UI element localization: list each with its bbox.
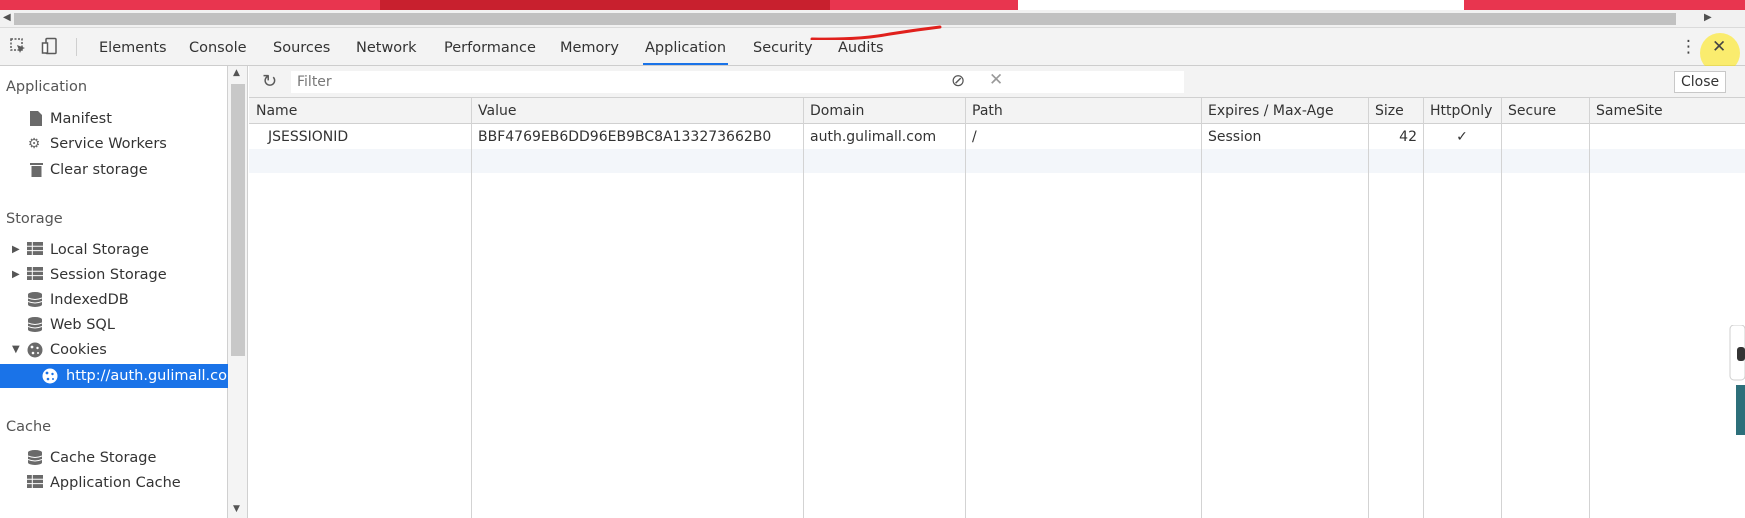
column-header-samesite[interactable]: SameSite bbox=[1589, 98, 1663, 124]
column-divider[interactable] bbox=[471, 98, 472, 518]
sidebar-item-label: http://auth.gulimall.com bbox=[66, 368, 242, 384]
table-row[interactable]: JSESSIONID BBF4769EB6DD96EB9BC8A13327366… bbox=[249, 125, 1745, 149]
database-icon bbox=[27, 450, 43, 466]
column-divider[interactable] bbox=[1501, 98, 1502, 518]
cell-name: JSESSIONID bbox=[268, 129, 349, 145]
cell-path: / bbox=[972, 129, 977, 145]
toolbar-separator bbox=[76, 38, 77, 56]
sidebar-item-cookie-origin[interactable]: http://auth.gulimall.com bbox=[0, 364, 241, 388]
collapse-arrow-icon[interactable]: ▼ bbox=[12, 338, 20, 362]
clear-all-icon[interactable]: ⊘ bbox=[951, 71, 965, 91]
grid-icon bbox=[27, 267, 43, 283]
scroll-right-arrow-icon[interactable]: ▶ bbox=[1704, 12, 1712, 23]
column-divider[interactable] bbox=[803, 98, 804, 518]
cell-samesite bbox=[1589, 125, 1596, 149]
device-toggle-icon[interactable] bbox=[40, 37, 60, 57]
sidebar-item-label: IndexedDB bbox=[50, 292, 129, 308]
cookies-filter-bar: ↻ ⊘ ✕ Close bbox=[249, 66, 1745, 98]
column-divider[interactable] bbox=[1423, 98, 1424, 518]
sidebar-item-web-sql[interactable]: Web SQL bbox=[0, 313, 228, 337]
sidebar-item-label: Web SQL bbox=[50, 317, 115, 333]
sidebar-item-label: Service Workers bbox=[50, 136, 167, 152]
scrollbar-thumb[interactable] bbox=[231, 84, 245, 356]
sidebar-item-clear-storage[interactable]: Clear storage bbox=[0, 158, 228, 182]
cell-domain: auth.gulimall.com bbox=[810, 129, 937, 145]
sidebar-item-label: Local Storage bbox=[50, 242, 149, 258]
database-icon bbox=[27, 292, 43, 308]
sidebar-item-label: Manifest bbox=[50, 111, 112, 127]
inspect-element-icon[interactable] bbox=[8, 37, 28, 57]
column-header-size[interactable]: Size bbox=[1368, 98, 1404, 124]
scroll-up-arrow-icon[interactable]: ▲ bbox=[233, 68, 240, 78]
close-tooltip: Close bbox=[1674, 71, 1727, 93]
expand-arrow-icon[interactable]: ▶ bbox=[12, 238, 20, 262]
cookie-icon bbox=[27, 342, 43, 358]
sidebar-item-label: Cache Storage bbox=[50, 450, 157, 466]
scroll-down-arrow-icon[interactable]: ▼ bbox=[233, 504, 240, 514]
sidebar-section-cache: Cache bbox=[6, 419, 52, 435]
sidebar-item-session-storage[interactable]: ▶ Session Storage bbox=[0, 263, 228, 287]
sidebar-section-application: Application bbox=[6, 79, 88, 95]
grid-icon bbox=[27, 242, 43, 258]
sidebar-item-application-cache[interactable]: Application Cache bbox=[0, 471, 228, 495]
sidebar-item-indexeddb[interactable]: IndexedDB bbox=[0, 288, 228, 312]
sidebar-scrollbar[interactable]: ▲ ▼ bbox=[228, 66, 248, 518]
cell-httponly: ✓ bbox=[1456, 129, 1468, 145]
cookie-icon bbox=[42, 368, 58, 384]
column-divider[interactable] bbox=[1201, 98, 1202, 518]
cell-value: BBF4769EB6DD96EB9BC8A133273662B0 bbox=[478, 129, 772, 145]
sidebar-item-label: Session Storage bbox=[50, 267, 167, 283]
edge-scroll-widget[interactable] bbox=[1727, 325, 1745, 435]
refresh-icon[interactable]: ↻ bbox=[262, 71, 277, 92]
database-icon bbox=[27, 317, 43, 333]
table-empty-row bbox=[249, 149, 1745, 173]
more-options-icon[interactable]: ⋮ bbox=[1680, 37, 1697, 57]
sidebar-item-manifest[interactable]: Manifest bbox=[0, 107, 228, 131]
red-underline-annotation bbox=[810, 25, 942, 40]
column-divider[interactable] bbox=[1589, 98, 1590, 518]
application-sidebar: Application Manifest ⚙ Service Workers C… bbox=[0, 66, 241, 518]
grid-icon bbox=[27, 475, 43, 491]
sidebar-item-label: Application Cache bbox=[50, 475, 181, 491]
column-header-expires[interactable]: Expires / Max-Age bbox=[1201, 98, 1334, 124]
delete-selected-icon[interactable]: ✕ bbox=[989, 70, 1003, 90]
sidebar-section-storage: Storage bbox=[6, 211, 63, 227]
gear-icon: ⚙ bbox=[27, 136, 41, 152]
column-header-domain[interactable]: Domain bbox=[803, 98, 864, 124]
cell-size: 42 bbox=[1399, 129, 1417, 145]
column-header-path[interactable]: Path bbox=[965, 98, 1003, 124]
column-divider[interactable] bbox=[965, 98, 966, 518]
column-divider[interactable] bbox=[1368, 98, 1369, 518]
sidebar-item-label: Cookies bbox=[50, 342, 107, 358]
sidebar-item-cookies[interactable]: ▼ Cookies bbox=[0, 338, 228, 362]
cell-secure bbox=[1501, 125, 1508, 149]
cookies-table: Name Value Domain Path Expires / Max-Age… bbox=[249, 98, 1745, 518]
column-header-secure[interactable]: Secure bbox=[1501, 98, 1556, 124]
filter-input[interactable] bbox=[291, 71, 1184, 93]
close-icon[interactable]: ✕ bbox=[1712, 37, 1726, 57]
column-header-httponly[interactable]: HttpOnly bbox=[1423, 98, 1492, 124]
sidebar-item-label: Clear storage bbox=[50, 162, 148, 178]
table-header: Name Value Domain Path Expires / Max-Age… bbox=[249, 98, 1745, 124]
column-header-name[interactable]: Name bbox=[249, 98, 297, 124]
expand-arrow-icon[interactable]: ▶ bbox=[12, 263, 20, 287]
document-icon bbox=[28, 111, 44, 127]
trash-icon bbox=[28, 162, 44, 178]
sidebar-item-local-storage[interactable]: ▶ Local Storage bbox=[0, 238, 228, 262]
page-white-area bbox=[1018, 0, 1464, 10]
column-header-value[interactable]: Value bbox=[471, 98, 516, 124]
sidebar-item-cache-storage[interactable]: Cache Storage bbox=[0, 446, 228, 470]
sidebar-item-service-workers[interactable]: ⚙ Service Workers bbox=[0, 132, 228, 156]
cell-expires: Session bbox=[1208, 129, 1262, 145]
